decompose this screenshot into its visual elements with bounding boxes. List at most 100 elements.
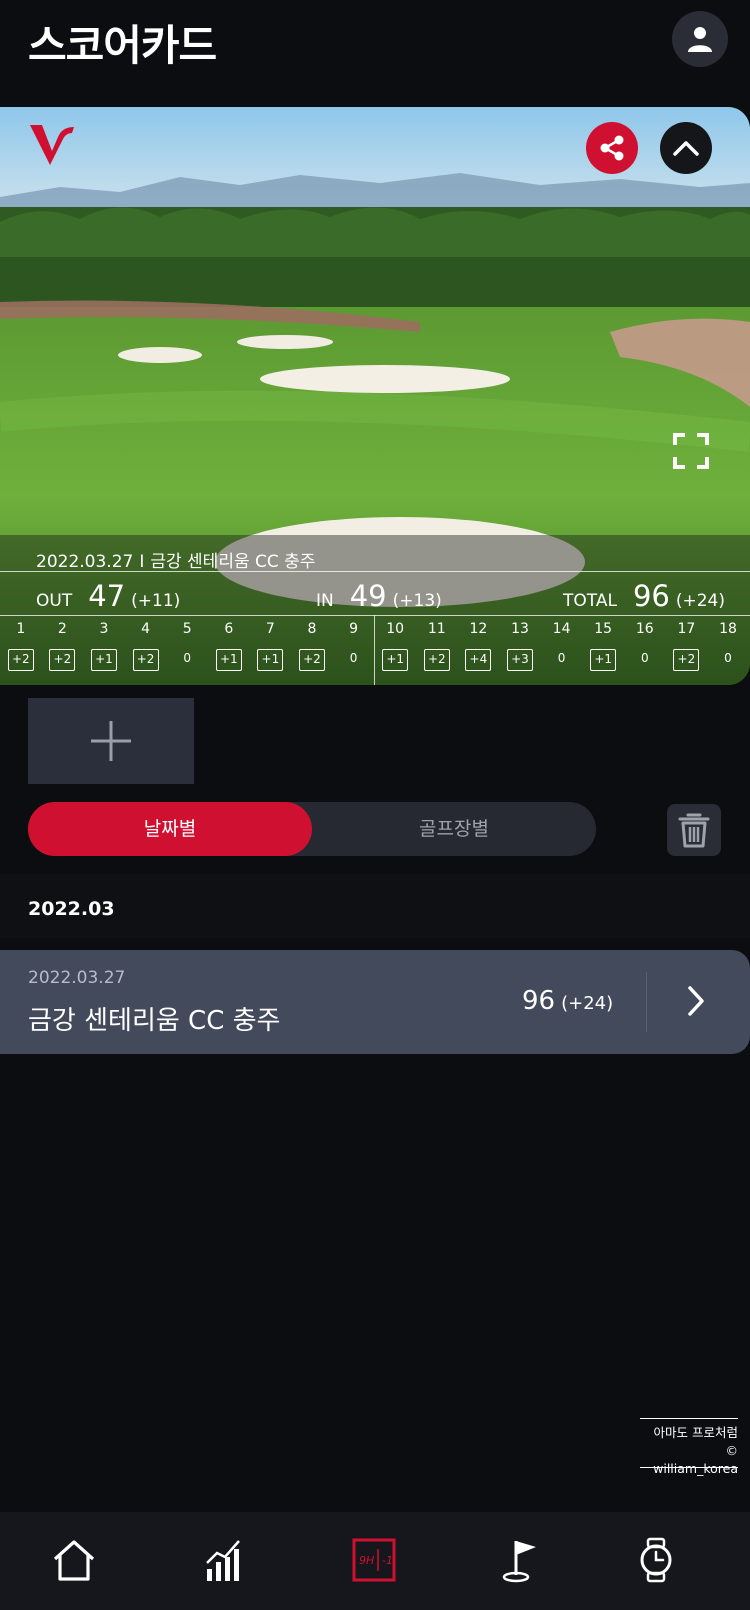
- hole-column: 13 +3: [499, 615, 541, 671]
- watermark-line1: 아마도 프로처럼: [653, 1425, 738, 1440]
- round-date: 2022.03.27: [36, 552, 134, 572]
- row-divider: [646, 972, 647, 1032]
- hole-number: 4: [141, 621, 151, 637]
- round-separator: I: [139, 552, 145, 572]
- hole-score: +3: [506, 649, 533, 671]
- month-label: 2022.03: [28, 898, 115, 920]
- hole-score: +2: [49, 649, 76, 671]
- score-summary: 2022.03.27 I 금강 센테리움 CC 충주 OUT 47 (+11) IN…: [0, 535, 750, 685]
- tab-by-date[interactable]: 날짜별: [28, 802, 312, 856]
- hole-score: +1: [90, 649, 117, 671]
- row-score: 96 (+24): [522, 986, 613, 1016]
- bottom-nav: 9H -1: [0, 1512, 750, 1610]
- hole-number: 2: [57, 621, 67, 637]
- hole-number: 8: [307, 621, 317, 637]
- hole-number: 17: [677, 621, 696, 637]
- watermark-line2: © william_korea: [653, 1443, 738, 1476]
- hole-column: 90: [333, 615, 375, 671]
- hole-score: +2: [132, 649, 159, 671]
- hole-column: 18 0: [707, 615, 749, 671]
- person-icon: [688, 27, 712, 52]
- hole-number: 15: [594, 621, 613, 637]
- hole-scores: 1 +2 2 +2 3 +1 4 +2 5 0 6 +1 7 +1 8 +2 9 0 10 +1 11 +2 12 +4 13 +…: [0, 615, 750, 685]
- collapse-button[interactable]: [660, 122, 712, 174]
- hole-column: 6 +1: [208, 615, 250, 671]
- share-icon: [600, 135, 624, 161]
- in-diff: (+13): [392, 591, 442, 611]
- trash-icon: [678, 813, 710, 848]
- nav-watch[interactable]: [628, 1532, 684, 1588]
- out-diff: (+11): [131, 591, 181, 611]
- hole-column: 4 +2: [125, 615, 167, 671]
- total-label: TOTAL: [563, 591, 617, 611]
- course-flag-icon: [502, 1541, 536, 1583]
- home-icon: [53, 1540, 95, 1581]
- hole-score: +2: [298, 649, 325, 671]
- scorecard-card: 2022.03.27 I 금강 센테리움 CC 충주 OUT 47 (+11) IN…: [0, 107, 750, 685]
- plus-icon: [91, 721, 131, 761]
- total-diff: (+24): [675, 591, 725, 611]
- hole-number: 6: [224, 621, 234, 637]
- add-photo-button[interactable]: [28, 698, 194, 784]
- hole-number: 10: [386, 621, 405, 637]
- nav-home[interactable]: [46, 1532, 102, 1588]
- hole-column: 2 +2: [42, 615, 84, 671]
- hole-column: 12 +4: [458, 615, 500, 671]
- hole-column: 17 +2: [666, 615, 708, 671]
- month-header: 2022.03: [0, 874, 750, 938]
- hole-number: 5: [182, 621, 192, 637]
- hole-column: 8 +2: [291, 615, 333, 671]
- hole-score: 0: [557, 651, 566, 665]
- out-summary: OUT 47 (+11): [36, 579, 180, 613]
- hole-column: 3 +1: [83, 615, 125, 671]
- tab-by-course[interactable]: 골프장별: [312, 802, 596, 856]
- hole-score: +1: [257, 649, 284, 671]
- nav-scorecard[interactable]: 9H -1: [346, 1532, 402, 1588]
- hole-score: +4: [465, 649, 492, 671]
- in-summary: IN 49 (+13): [316, 579, 442, 613]
- hole-score: 0: [640, 651, 649, 665]
- hole-number: 18: [719, 621, 737, 637]
- hole-score: 0: [349, 651, 358, 665]
- profile-button[interactable]: [672, 11, 728, 67]
- nav-stats[interactable]: [196, 1532, 252, 1588]
- hole-column: 11 +2: [416, 615, 458, 671]
- hole-number: 3: [99, 621, 109, 637]
- sort-toggle: 날짜별 골프장별: [28, 802, 596, 856]
- watch-icon: [640, 1537, 672, 1583]
- in-label: IN: [316, 591, 334, 611]
- hole-column: 1 +2: [0, 615, 42, 671]
- hole-score: +1: [590, 649, 617, 671]
- in-score: 49: [349, 579, 387, 613]
- row-score-value: 96: [522, 986, 556, 1016]
- delete-button[interactable]: [667, 804, 721, 856]
- total-score: 96: [632, 579, 670, 613]
- hole-number: 7: [265, 621, 275, 637]
- share-button[interactable]: [586, 122, 638, 174]
- hole-column: 16 0: [624, 615, 666, 671]
- nav-course[interactable]: [494, 1532, 550, 1588]
- watermark: 아마도 프로처럼 © william_korea: [640, 1418, 738, 1476]
- hole-number: 12: [469, 621, 488, 637]
- stats-icon: [206, 1540, 240, 1581]
- header: 스코어카드: [0, 0, 750, 90]
- hole-column: 14 0: [541, 615, 583, 671]
- round-list-item[interactable]: 2022.03.27 금강 센테리움 CC 충주 96 (+24): [0, 950, 750, 1054]
- brand-v-logo: [30, 125, 74, 165]
- round-info: 2022.03.27 I 금강 센테리움 CC 충주: [36, 547, 315, 572]
- out-label: OUT: [36, 591, 73, 611]
- hole-score: 0: [183, 651, 191, 665]
- chevron-right-icon[interactable]: [684, 984, 708, 1018]
- hole-column: 50: [166, 615, 208, 671]
- hole-score: +2: [7, 649, 34, 671]
- hole-column: 7 +1: [250, 615, 292, 671]
- fullscreen-button[interactable]: [672, 432, 710, 470]
- hole-number: 11: [427, 621, 446, 637]
- hole-number: 9: [349, 621, 359, 637]
- row-date: 2022.03.27: [28, 968, 126, 988]
- out-score: 47: [88, 579, 126, 613]
- hole-number: 1: [16, 621, 26, 637]
- hole-number: 14: [552, 621, 571, 637]
- svg-text:9H: 9H: [359, 1554, 374, 1567]
- hole-column: 15 +1: [582, 615, 624, 671]
